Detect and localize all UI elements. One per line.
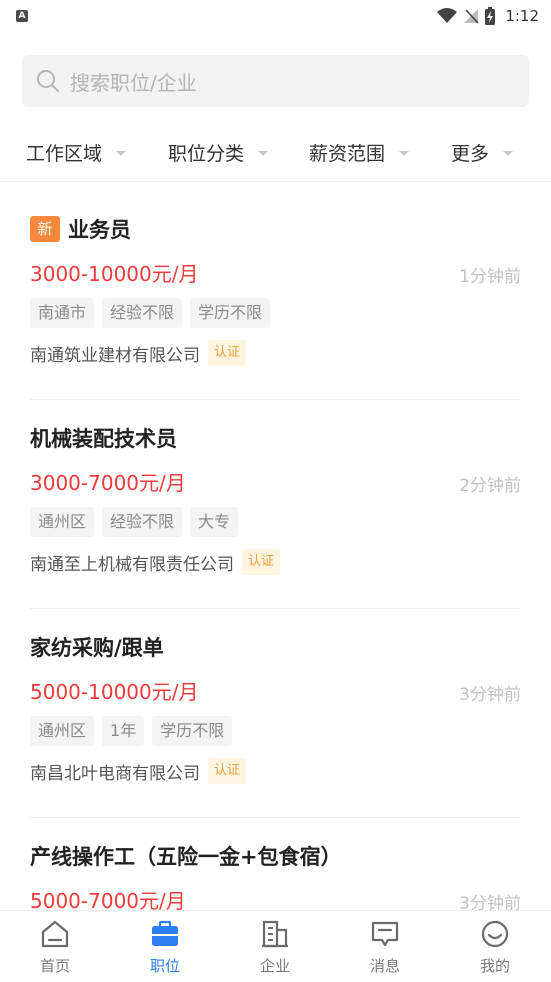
filter-more[interactable]: 更多 [451, 126, 514, 178]
job-title: 家纺采购/跟单 [30, 636, 164, 660]
status-time: 1:12 [505, 7, 539, 25]
job-tags: 通州区 1年 学历不限 [30, 716, 233, 746]
job-tag-education: 大专 [190, 507, 239, 537]
search-placeholder: 搜索职位/企业 [70, 70, 197, 95]
signal-off-icon [464, 9, 479, 24]
filter-label: 工作区域 [26, 142, 103, 165]
bottom-tab-bar: 首页 职位 企业 消息 我的 [0, 910, 551, 982]
job-salary: 3000-7000元/月 [30, 471, 186, 495]
job-card[interactable]: 产线操作工（五险一金+包食宿） 5000-7000元/月 3分钟前 [0, 817, 551, 910]
new-badge: 新 [30, 216, 60, 242]
status-bar: A 1:12 [0, 0, 551, 32]
caret-down-icon [503, 150, 514, 156]
company-name: 南通至上机械有限责任公司 [30, 554, 234, 575]
filter-salary-range[interactable]: 薪资范围 [309, 126, 410, 178]
job-salary: 3000-10000元/月 [30, 262, 199, 286]
message-icon [371, 921, 399, 947]
job-tag-experience: 1年 [102, 716, 145, 746]
job-card[interactable]: 机械装配技术员 3000-7000元/月 2分钟前 通州区 经验不限 大专 南通… [0, 399, 551, 609]
battery-charging-icon [485, 7, 496, 25]
certified-badge: 认证 [208, 758, 247, 784]
job-title: 机械装配技术员 [30, 427, 177, 451]
filter-bar: 工作区域 职位分类 薪资范围 更多 [0, 126, 551, 182]
search-icon [37, 70, 59, 92]
job-posted-time: 3分钟前 [459, 685, 521, 705]
caret-down-icon [399, 150, 410, 156]
job-tag-education: 学历不限 [190, 298, 271, 328]
tab-label: 职位 [149, 957, 180, 975]
filter-job-category[interactable]: 职位分类 [168, 126, 269, 178]
tab-label: 消息 [369, 957, 400, 975]
caret-down-icon [116, 150, 127, 156]
tab-home[interactable]: 首页 [0, 911, 110, 982]
company-name: 南通筑业建材有限公司 [30, 345, 200, 366]
filter-label: 职位分类 [168, 142, 245, 165]
job-tag-location: 南通市 [30, 298, 95, 328]
building-icon [262, 920, 288, 948]
certified-badge: 认证 [242, 549, 281, 575]
job-salary: 5000-7000元/月 [30, 889, 186, 910]
certified-badge: 认证 [208, 340, 247, 366]
tab-jobs[interactable]: 职位 [110, 911, 220, 982]
filter-work-area[interactable]: 工作区域 [26, 126, 127, 178]
job-tag-experience: 经验不限 [102, 507, 183, 537]
tab-label: 企业 [259, 957, 290, 975]
home-icon [41, 920, 69, 948]
job-card[interactable]: 新 业务员 3000-10000元/月 1分钟前 南通市 经验不限 学历不限 南… [0, 190, 551, 400]
briefcase-icon [152, 920, 178, 946]
job-title: 业务员 [68, 218, 131, 242]
job-tag-location: 通州区 [30, 716, 95, 746]
job-posted-time: 3分钟前 [459, 894, 521, 910]
job-posted-time: 1分钟前 [459, 267, 521, 287]
company-name: 南昌北叶电商有限公司 [30, 763, 200, 784]
tab-profile[interactable]: 我的 [440, 911, 550, 982]
profile-icon [481, 920, 509, 948]
tab-companies[interactable]: 企业 [220, 911, 330, 982]
job-tag-education: 学历不限 [152, 716, 233, 746]
filter-label: 薪资范围 [309, 142, 386, 165]
notification-a-icon: A [16, 10, 28, 22]
job-salary: 5000-10000元/月 [30, 680, 199, 704]
job-posted-time: 2分钟前 [459, 476, 521, 496]
search-input[interactable]: 搜索职位/企业 [22, 55, 529, 107]
caret-down-icon [258, 150, 269, 156]
filter-label: 更多 [451, 142, 490, 165]
job-tag-experience: 经验不限 [102, 298, 183, 328]
job-tag-location: 通州区 [30, 507, 95, 537]
job-tags: 南通市 经验不限 学历不限 [30, 298, 271, 328]
job-card[interactable]: 家纺采购/跟单 5000-10000元/月 3分钟前 通州区 1年 学历不限 南… [0, 608, 551, 818]
tab-label: 我的 [479, 957, 510, 975]
wifi-icon [437, 8, 458, 23]
job-tags: 通州区 经验不限 大专 [30, 507, 239, 537]
tab-label: 首页 [39, 957, 70, 975]
tab-messages[interactable]: 消息 [330, 911, 440, 982]
job-title: 产线操作工（五险一金+包食宿） [30, 845, 342, 869]
